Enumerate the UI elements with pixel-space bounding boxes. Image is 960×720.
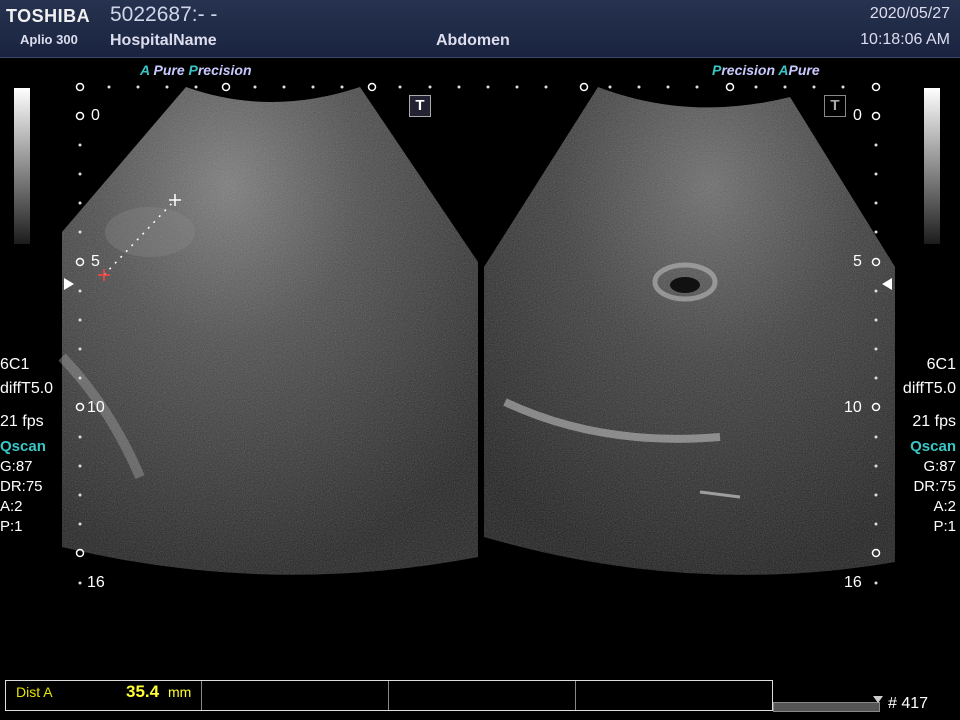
right-depth-label: 0 — [853, 107, 862, 124]
cine-position-marker-icon[interactable] — [873, 696, 883, 703]
brand-logo: TOSHIBA — [6, 6, 91, 26]
left-probe-name: 6C1 — [0, 356, 30, 373]
right-qscan-label: Qscan — [910, 438, 956, 455]
exam-time: 10:18:06 AM — [860, 31, 950, 48]
right-focus-marker-icon[interactable] — [882, 278, 892, 290]
ultrasound-image-area — [58, 82, 895, 585]
left-frame-rate: 21 fps — [0, 413, 44, 430]
left-harmonic-mode: diffT5.0 — [0, 380, 54, 397]
left-depth-label: 10 — [87, 399, 105, 416]
measurement-cell-empty — [389, 681, 576, 710]
hospital-name: HospitalName — [110, 32, 217, 49]
left-depth-label: 0 — [91, 107, 100, 124]
measurement-label: Dist A — [16, 684, 53, 700]
left-qscan-label: Qscan — [0, 438, 46, 455]
left-a-value: A:2 — [0, 498, 23, 515]
left-grayscale-bar — [14, 88, 30, 244]
left-dynamic-range: DR:75 — [0, 478, 43, 495]
right-frame-rate: 21 fps — [912, 413, 956, 430]
exam-date: 2020/05/27 — [869, 5, 950, 22]
frame-counter: # 417 — [888, 695, 929, 712]
right-probe-name: 6C1 — [926, 356, 956, 373]
measurement-cell-empty — [576, 681, 772, 710]
exam-preset: Abdomen — [436, 32, 510, 49]
left-depth-label: 5 — [91, 253, 100, 270]
right-image-mode-label: Precision APure — [712, 62, 820, 78]
right-gain: G:87 — [923, 458, 956, 475]
right-harmonic-mode: diffT5.0 — [902, 380, 956, 397]
device-model: Aplio 300 — [20, 32, 78, 47]
right-grayscale-bar — [924, 88, 940, 244]
left-gain: G:87 — [0, 458, 33, 475]
left-p-value: P:1 — [0, 518, 23, 535]
measurement-cell: Dist A 35.4 mm — [6, 681, 202, 710]
right-p-value: P:1 — [933, 518, 956, 535]
right-depth-label: 5 — [853, 253, 862, 270]
left-depth-label: 16 — [87, 574, 105, 591]
left-image-mode-label: A Pure Precision — [140, 62, 252, 78]
patient-id: 5022687:- - — [110, 3, 218, 26]
left-focus-marker-icon[interactable] — [64, 278, 74, 290]
measurement-value: 35.4 — [126, 682, 160, 701]
right-a-value: A:2 — [933, 498, 956, 515]
right-dynamic-range: DR:75 — [913, 478, 956, 495]
right-image-marker[interactable]: T — [824, 95, 846, 117]
right-depth-label: 16 — [844, 574, 862, 591]
cine-progress-bar[interactable] — [773, 702, 880, 712]
header-bar: TOSHIBA Aplio 300 5022687:- - HospitalNa… — [0, 0, 960, 58]
measurement-cell-empty — [202, 681, 389, 710]
left-active-image-marker[interactable]: T — [409, 95, 431, 117]
measurement-unit: mm — [168, 684, 192, 700]
right-depth-label: 10 — [844, 399, 862, 416]
measurement-table: Dist A 35.4 mm — [5, 680, 773, 711]
